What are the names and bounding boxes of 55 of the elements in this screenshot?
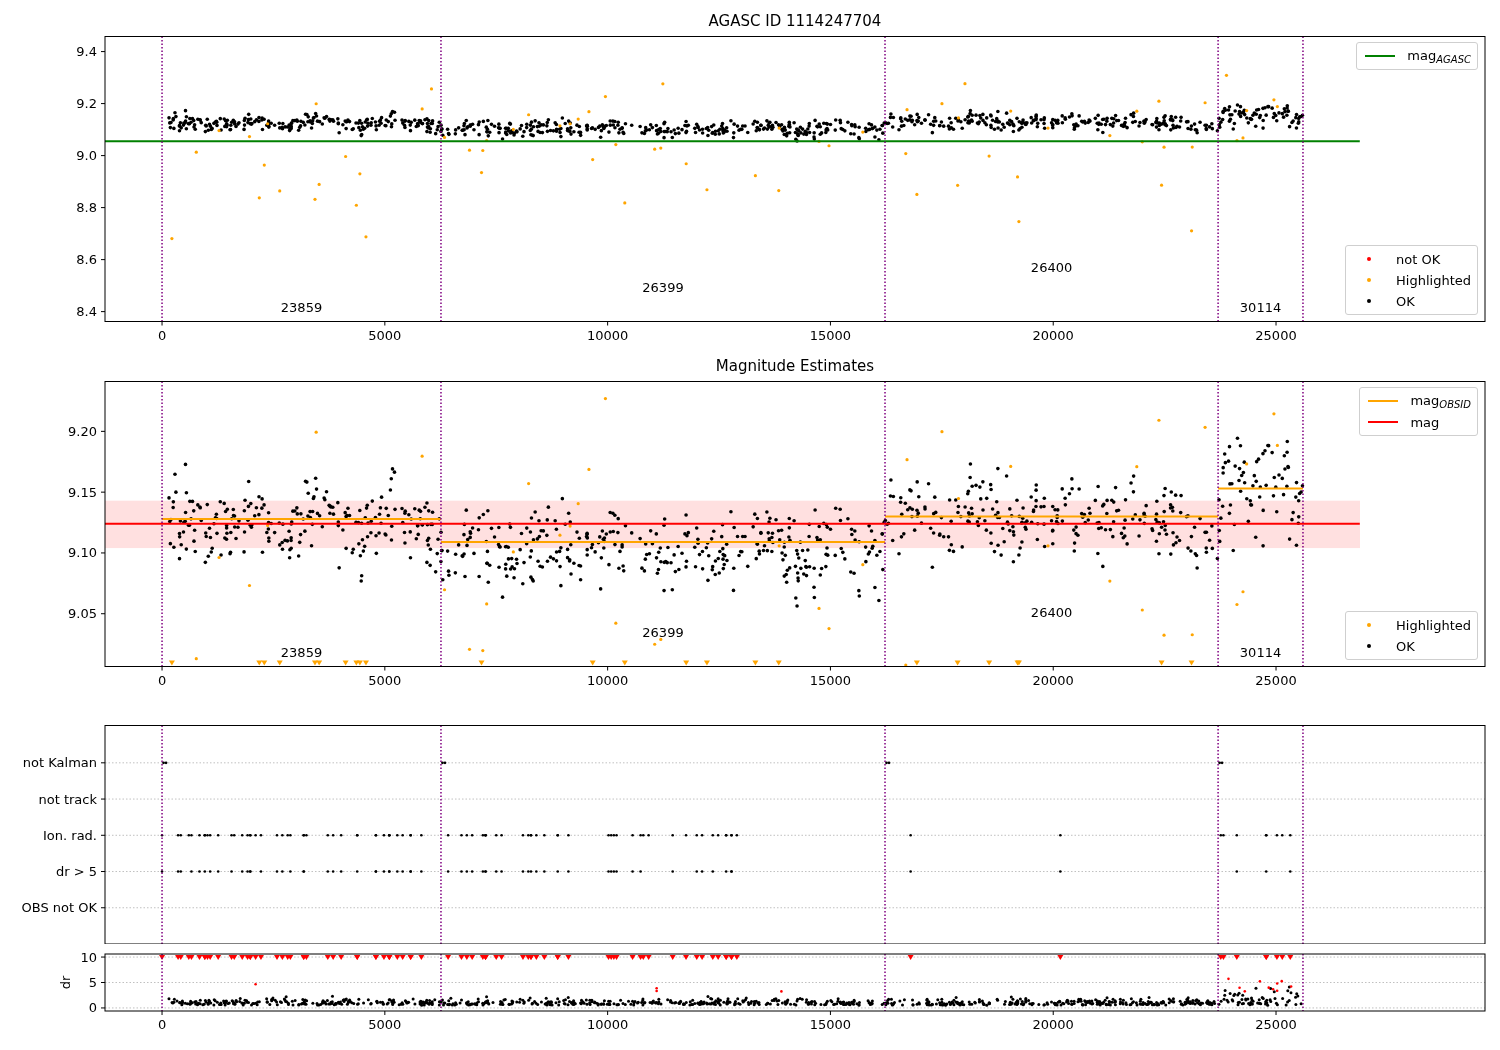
segment-label: 23859 [280, 299, 323, 315]
tick-label: 20000 [1032, 327, 1074, 343]
tick-label: 5000 [368, 672, 402, 688]
legend-label: OK [1396, 293, 1415, 309]
tick-label: 15000 [809, 672, 852, 688]
tick-label: 0 [157, 327, 167, 343]
tick-label: 9.20 [68, 423, 97, 439]
tick-label: 25000 [1255, 327, 1297, 343]
tick-label: 8.4 [76, 304, 97, 320]
segment-label: 26399 [642, 624, 684, 640]
legend-label: mag$_{AGASC}$ [1407, 47, 1471, 65]
tick-label: 10000 [586, 672, 629, 688]
tick-label: 0 [157, 1017, 167, 1032]
segment-label: 30114 [1239, 644, 1282, 660]
tick-label: 10000 [586, 327, 629, 343]
segment-label: 30114 [1239, 299, 1282, 315]
segment-label: 23859 [280, 644, 323, 660]
tick-label: 25000 [1255, 1017, 1297, 1032]
chart-title: AGASC ID 1114247704 [708, 12, 882, 30]
tick-label: dr > 5 [55, 864, 97, 880]
tick-label: 5000 [368, 327, 402, 343]
tick-label: 15000 [809, 1017, 852, 1032]
tick-label: 9.4 [76, 44, 97, 60]
legend-label: not OK [1396, 251, 1441, 267]
legend-label: Highlighted [1396, 617, 1471, 633]
tick-label: 9.10 [68, 545, 97, 561]
tick-label: 5 [88, 975, 97, 990]
chart-title: Magnitude Estimates [715, 357, 875, 375]
tick-label: 25000 [1255, 672, 1297, 688]
tick-label: 8.8 [76, 200, 97, 216]
legend-label: Highlighted [1396, 272, 1471, 288]
tick-label: 10000 [586, 1017, 629, 1032]
legend-label: OK [1396, 638, 1415, 654]
tick-label: not Kalman [22, 755, 97, 771]
tick-label: 0 [157, 672, 167, 688]
tick-label: 9.0 [76, 148, 97, 164]
segment-label: 26399 [642, 279, 684, 295]
tick-label: 9.15 [68, 484, 97, 500]
tick-label: Ion. rad. [43, 827, 97, 843]
tick-label: 0 [88, 1000, 97, 1016]
axis-label: dr [58, 975, 73, 990]
tick-label: 10 [80, 949, 97, 965]
tick-label: 5000 [368, 1017, 402, 1032]
legend-label: mag$_{OBSID}$ [1410, 392, 1471, 410]
legend-label: mag [1410, 414, 1440, 430]
tick-label: OBS not OK [21, 900, 97, 916]
tick-label: 15000 [809, 327, 852, 343]
tick-label: 8.6 [76, 252, 97, 268]
tick-label: not track [38, 791, 97, 807]
tick-label: 20000 [1032, 672, 1074, 688]
tick-label: 9.05 [68, 606, 97, 622]
tick-label: 20000 [1032, 1017, 1074, 1032]
segment-label: 26400 [1030, 259, 1073, 275]
segment-label: 26400 [1030, 604, 1073, 620]
tick-label: 9.2 [76, 96, 97, 112]
